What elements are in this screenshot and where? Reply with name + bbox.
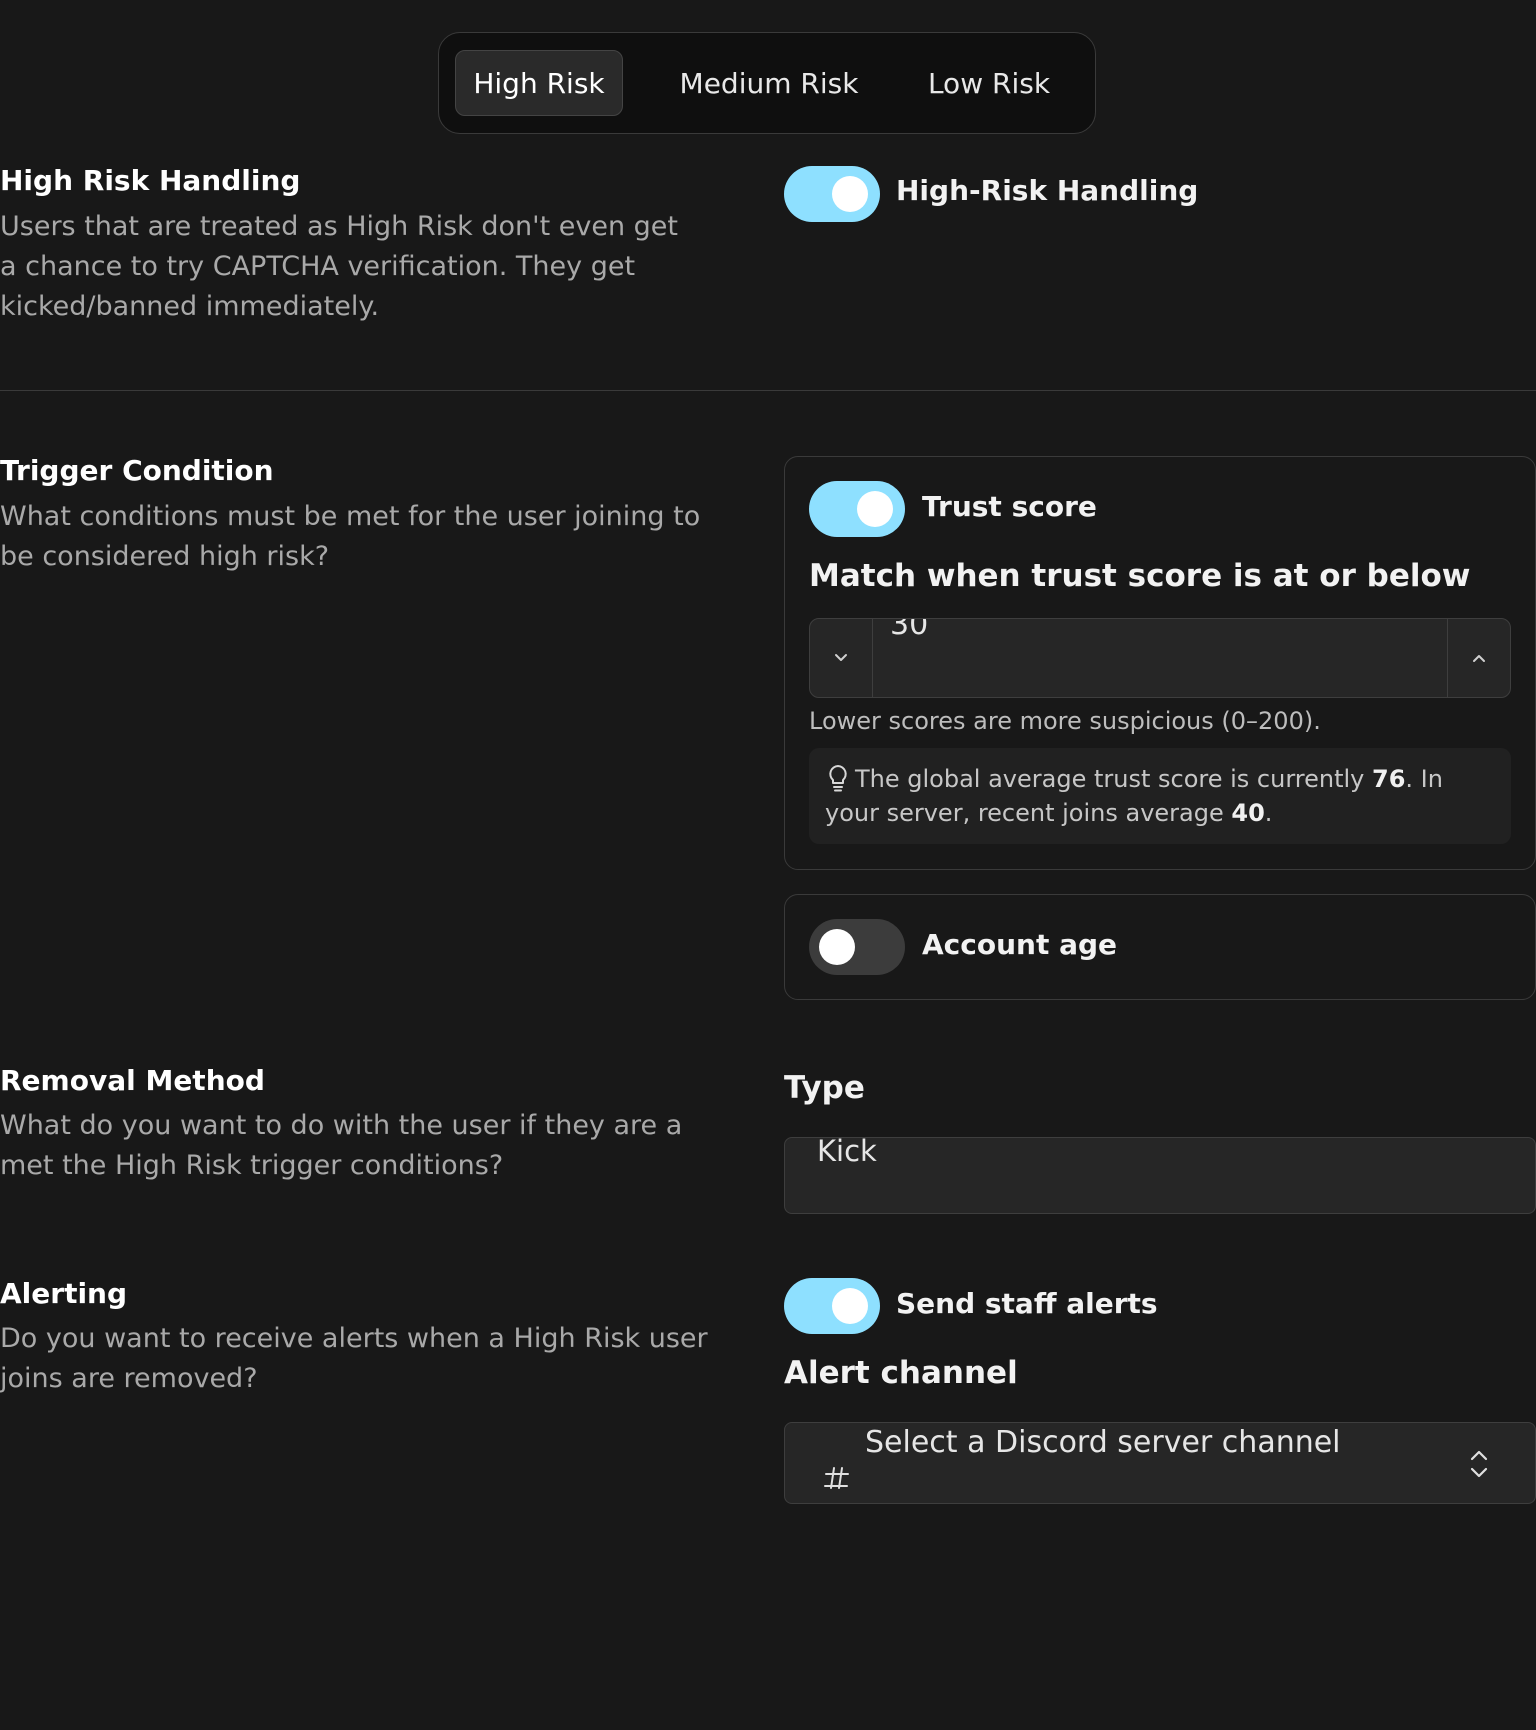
trust-score-hint: Lower scores are more suspicious (0–200)…	[809, 707, 1321, 735]
risk-level-tabs: High Risk Medium Risk Low Risk	[438, 32, 1096, 134]
alerting-description: Do you want to receive alerts when a Hig…	[0, 1323, 708, 1394]
staff-alerts-toggle-label: Send staff alerts	[896, 1287, 1158, 1320]
toggle-knob	[832, 176, 868, 212]
staff-alerts-toggle[interactable]	[784, 1278, 880, 1334]
trust-score-toggle-label: Trust score	[922, 490, 1097, 523]
tip-text-suffix: .	[1264, 799, 1273, 827]
chevron-up-down-icon	[1467, 1447, 1491, 1485]
decrement-button[interactable]	[810, 619, 873, 697]
increment-button[interactable]	[1447, 619, 1510, 697]
type-select[interactable]: Kick	[784, 1137, 1536, 1214]
trust-score-stepper: 30	[809, 618, 1511, 698]
alert-channel-label: Alert channel	[784, 1355, 1018, 1391]
alerting-title: Alerting	[0, 1277, 128, 1310]
trust-score-field-label: Match when trust score is at or below	[809, 558, 1471, 594]
trust-score-input[interactable]: 30	[890, 619, 928, 642]
removal-method-description: What do you want to do with the user if …	[0, 1110, 683, 1181]
high-risk-handling-toggle-label: High-Risk Handling	[896, 174, 1199, 207]
alert-channel-placeholder: Select a Discord server channel	[865, 1425, 1341, 1460]
tab-low-risk[interactable]: Low Risk	[909, 50, 1069, 116]
trigger-condition-description: What conditions must be met for the user…	[0, 501, 701, 572]
chevron-down-icon	[835, 654, 847, 661]
tip-text-prefix: The global average trust score is curren…	[855, 765, 1372, 793]
recent-average-value: 40	[1231, 799, 1265, 827]
section-divider	[0, 390, 1536, 391]
tab-high-risk[interactable]: High Risk	[455, 50, 623, 116]
toggle-knob	[819, 929, 855, 965]
lightbulb-icon	[829, 765, 847, 792]
removal-method-title: Removal Method	[0, 1064, 265, 1097]
chevron-up-icon	[1473, 655, 1485, 662]
trigger-condition-title: Trigger Condition	[0, 454, 274, 487]
tab-medium-risk[interactable]: Medium Risk	[661, 50, 877, 116]
toggle-knob	[832, 1288, 868, 1324]
high-risk-handling-toggle[interactable]	[784, 166, 880, 222]
global-average-value: 76	[1372, 765, 1406, 793]
channel-icon	[823, 1465, 851, 1495]
high-risk-handling-title: High Risk Handling	[0, 164, 301, 197]
account-age-toggle-label: Account age	[922, 928, 1118, 961]
high-risk-handling-description: Users that are treated as High Risk don'…	[0, 211, 678, 322]
type-select-value: Kick	[817, 1137, 877, 1168]
toggle-knob	[857, 491, 893, 527]
trust-score-toggle[interactable]	[809, 481, 905, 537]
type-label: Type	[784, 1070, 865, 1106]
account-age-toggle[interactable]	[809, 919, 905, 975]
trust-score-tip: The global average trust score is curren…	[809, 748, 1511, 844]
alert-channel-select[interactable]: Select a Discord server channel	[784, 1422, 1536, 1504]
